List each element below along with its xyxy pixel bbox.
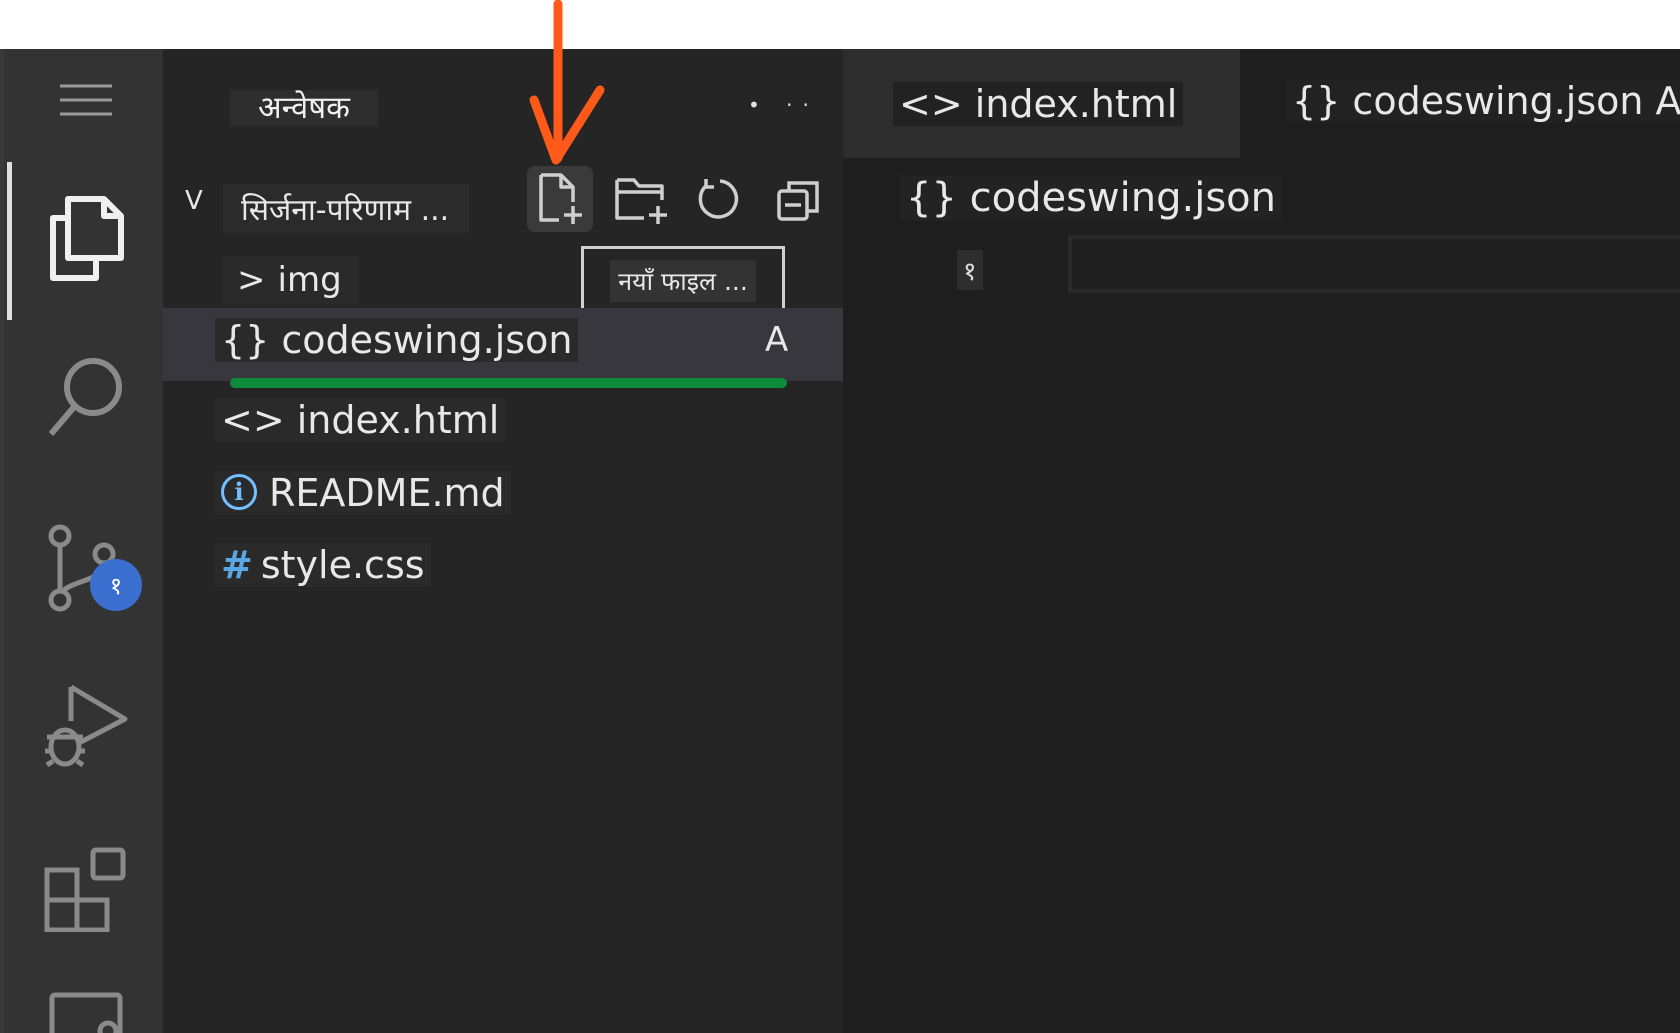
current-line-highlight[interactable] — [1068, 235, 1680, 293]
activity-bar: १ — [0, 49, 163, 1033]
explorer-title: अन्वेषक — [230, 90, 378, 126]
workspace-folder-name: सिर्जना-परिणाम ... — [223, 184, 470, 233]
new-file-icon — [539, 173, 582, 224]
menu-icon[interactable] — [4, 75, 167, 125]
chevron-down-icon[interactable]: V — [185, 186, 203, 216]
annotation-underline — [230, 378, 787, 388]
tree-item-readme-md[interactable]: i README.md — [163, 463, 843, 529]
tree-item-label: index.html — [296, 398, 500, 442]
source-control-icon[interactable] — [4, 514, 167, 624]
refresh-icon — [698, 179, 739, 219]
tab-label: {} codeswing.json A — [1286, 79, 1680, 123]
tab-label: <> index.html — [893, 82, 1184, 126]
tree-item-label: codeswing.json — [281, 318, 573, 362]
tree-item-img[interactable]: > img — [163, 244, 843, 310]
scm-badge: १ — [90, 559, 142, 611]
tree-item-codeswing-json[interactable]: {} codeswing.json A — [163, 308, 843, 381]
collapse-all-button[interactable] — [768, 170, 828, 230]
explorer-icon[interactable] — [4, 189, 167, 289]
collapse-all-icon — [777, 181, 819, 221]
tab-index-html[interactable]: <> index.html — [843, 49, 1240, 158]
line-number: १ — [957, 250, 983, 290]
html-file-icon: <> — [221, 398, 285, 442]
more-actions-button[interactable]: • ·· — [748, 93, 819, 117]
tree-item-style-css[interactable]: # style.css — [163, 535, 843, 601]
chevron-right-icon: > — [237, 260, 266, 300]
info-icon: i — [221, 474, 257, 510]
run-debug-icon[interactable] — [4, 671, 167, 781]
git-status-added: A — [765, 320, 789, 360]
tree-item-label: README.md — [269, 471, 505, 515]
breadcrumb[interactable]: {} codeswing.json — [900, 175, 1282, 221]
new-folder-button[interactable] — [612, 170, 672, 230]
tab-codeswing-json[interactable]: {} codeswing.json A — [1240, 49, 1680, 158]
tree-item-label: img — [277, 260, 342, 300]
json-file-icon: {} — [221, 318, 270, 362]
new-file-button[interactable] — [527, 166, 593, 232]
tree-item-index-html[interactable]: <> index.html — [163, 390, 843, 456]
search-icon[interactable] — [4, 347, 167, 447]
extensions-icon[interactable] — [4, 839, 167, 939]
new-folder-icon — [615, 178, 667, 224]
tree-item-label: style.css — [260, 543, 425, 587]
css-file-icon: # — [221, 543, 253, 587]
refresh-button[interactable] — [690, 170, 750, 230]
remote-icon[interactable] — [4, 991, 167, 1033]
